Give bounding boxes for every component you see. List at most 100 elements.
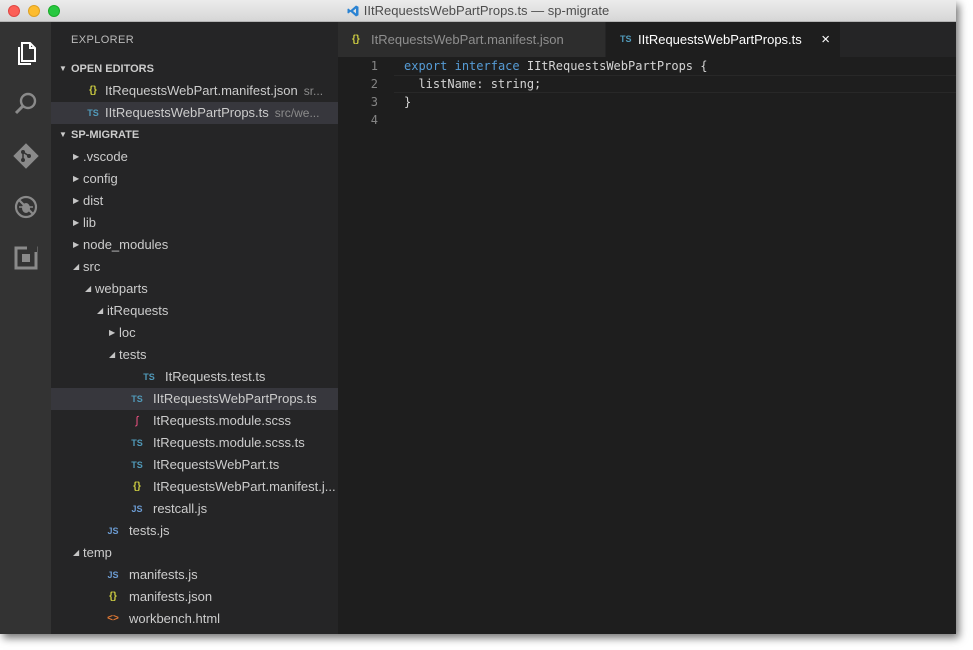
debug-icon[interactable] [13, 194, 39, 220]
open-editor-name: ItRequestsWebPart.manifest.json sr... [105, 80, 323, 102]
file-name: tests.js [129, 523, 170, 538]
chevron-right-icon[interactable]: ▶ [73, 168, 79, 190]
chevron-down-icon: ▼ [59, 130, 67, 139]
file-itrequestswebpart-manifest-j[interactable]: {} ItRequestsWebPart.manifest.j... [51, 476, 338, 498]
json-file-icon: {} [109, 591, 117, 602]
folder-lib[interactable]: ▶ lib [51, 212, 338, 234]
file-iitrequestswebpartprops-ts[interactable]: TS IItRequestsWebPartProps.ts [51, 388, 338, 410]
keyword: export [404, 59, 448, 73]
folder-vscode[interactable]: ▶ .vscode [51, 146, 338, 168]
folder-config[interactable]: ▶ config [51, 168, 338, 190]
folder-name: .vscode [83, 149, 128, 164]
js-file-icon: JS [107, 570, 119, 580]
tab-label: ItRequestsWebPart.manifest.json [371, 32, 564, 47]
folder-node-modules[interactable]: ▶ node_modules [51, 234, 338, 256]
file-manifests-json[interactable]: {} manifests.json [51, 586, 338, 608]
chevron-right-icon[interactable]: ▶ [73, 190, 79, 212]
json-file-icon: {} [133, 481, 141, 492]
line-number: 2 [370, 77, 378, 91]
git-icon[interactable] [13, 143, 39, 169]
window-title: IItRequestsWebPartProps.ts — sp-migrate [363, 3, 610, 18]
file-manifests-js[interactable]: JS manifests.js [51, 564, 338, 586]
folder-itrequests[interactable]: ◢ itRequests [51, 300, 338, 322]
files-icon[interactable] [13, 39, 39, 65]
file-name: manifests.json [129, 589, 213, 604]
chevron-right-icon[interactable]: ▶ [109, 322, 115, 344]
code-text: IItRequestsWebPartProps { [519, 59, 708, 73]
file-itrequests-module-scss[interactable]: ∫ ItRequests.module.scss [51, 410, 338, 432]
folder-name: loc [119, 325, 136, 340]
code-line: export interface IItRequestsWebPartProps… [404, 57, 707, 75]
project-header[interactable]: ▼ SP-MIGRATE [51, 124, 338, 146]
folder-name: webparts [95, 281, 148, 296]
folder-webparts[interactable]: ◢ webparts [51, 278, 338, 300]
keyword: interface [454, 59, 520, 73]
ts-file-icon: TS [131, 460, 143, 470]
chevron-down-icon[interactable]: ◢ [73, 542, 79, 564]
file-name: ItRequests.test.ts [165, 369, 266, 384]
extensions-icon[interactable] [13, 245, 39, 271]
file-name: ItRequestsWebPart.manifest.j... [153, 479, 336, 494]
folder-name: itRequests [107, 303, 169, 318]
file-restcall-js[interactable]: JS restcall.js [51, 498, 338, 520]
file-name: IItRequestsWebPartProps.ts [153, 391, 317, 406]
file-name: workbench.html [129, 611, 221, 626]
folder-name: node_modules [83, 237, 169, 252]
editor-tabs: {} ItRequestsWebPart.manifest.json TS II… [338, 22, 956, 57]
vscode-window: IItRequestsWebPartProps.ts — sp-migrate [0, 0, 956, 634]
file-itrequests-module-scss-ts[interactable]: TS ItRequests.module.scss.ts [51, 432, 338, 454]
folder-name: dist [83, 193, 104, 208]
file-name: manifests.js [129, 567, 198, 582]
file-name: ItRequestsWebPart.manifest.json [105, 83, 298, 98]
folder-name: tests [119, 347, 147, 362]
chevron-down-icon[interactable]: ◢ [85, 278, 91, 300]
line-number: 3 [370, 95, 378, 109]
file-name: ItRequests.module.scss [153, 413, 292, 428]
folder-tests[interactable]: ◢ tests [51, 344, 338, 366]
code-line: } [404, 95, 412, 109]
file-itrequestswebpart-ts[interactable]: TS ItRequestsWebPart.ts [51, 454, 338, 476]
ts-file-icon: TS [143, 372, 155, 382]
json-file-icon: {} [352, 34, 360, 45]
chevron-down-icon[interactable]: ◢ [109, 344, 115, 366]
tab-props-ts[interactable]: TS IItRequestsWebPartProps.ts × [606, 22, 840, 57]
open-editor-name: IItRequestsWebPartProps.ts src/we... [105, 102, 319, 124]
code-editor[interactable]: 1 2 3 4 export interface IItRequestsWebP… [338, 57, 956, 634]
folder-temp[interactable]: ◢ temp [51, 542, 338, 564]
file-name: ItRequests.module.scss.ts [153, 435, 305, 450]
vscode-logo-icon [347, 5, 359, 17]
chevron-right-icon[interactable]: ▶ [73, 234, 79, 256]
line-number: 4 [370, 113, 378, 127]
file-path: sr... [303, 84, 324, 98]
explorer-title: EXPLORER [71, 34, 135, 46]
html-file-icon: <> [107, 613, 119, 624]
folder-src[interactable]: ◢ src [51, 256, 338, 278]
file-workbench-html[interactable]: <> workbench.html [51, 608, 338, 630]
open-editors-header[interactable]: ▼ OPEN EDITORS [51, 58, 338, 80]
chevron-down-icon: ▼ [59, 64, 67, 73]
open-editor-item[interactable]: TS IItRequestsWebPartProps.ts src/we... [51, 102, 338, 124]
explorer-sidebar: EXPLORER ▼ OPEN EDITORS {} ItRequestsWebP… [51, 22, 338, 634]
file-path: src/we... [274, 106, 320, 120]
close-icon[interactable]: × [821, 22, 830, 57]
activity-bar [0, 22, 51, 634]
open-editor-item[interactable]: {} ItRequestsWebPart.manifest.json sr... [51, 80, 338, 102]
ts-file-icon: TS [620, 34, 632, 44]
chevron-right-icon[interactable]: ▶ [73, 146, 79, 168]
ts-file-icon: TS [87, 108, 99, 118]
chevron-down-icon[interactable]: ◢ [73, 256, 79, 278]
js-file-icon: JS [107, 526, 119, 536]
scss-file-icon: ∫ [135, 415, 139, 427]
search-icon[interactable] [13, 91, 39, 117]
file-tests-js[interactable]: JS tests.js [51, 520, 338, 542]
chevron-down-icon[interactable]: ◢ [97, 300, 103, 322]
file-name: IItRequestsWebPartProps.ts [105, 105, 269, 120]
tab-label: IItRequestsWebPartProps.ts [638, 32, 802, 47]
code-line: listName: string; [404, 77, 542, 91]
folder-loc[interactable]: ▶ loc [51, 322, 338, 344]
chevron-right-icon[interactable]: ▶ [73, 212, 79, 234]
folder-dist[interactable]: ▶ dist [51, 190, 338, 212]
folder-name: lib [83, 215, 97, 230]
file-itrequests-test-ts[interactable]: TS ItRequests.test.ts [51, 366, 338, 388]
tab-manifest-json[interactable]: {} ItRequestsWebPart.manifest.json [338, 22, 606, 57]
